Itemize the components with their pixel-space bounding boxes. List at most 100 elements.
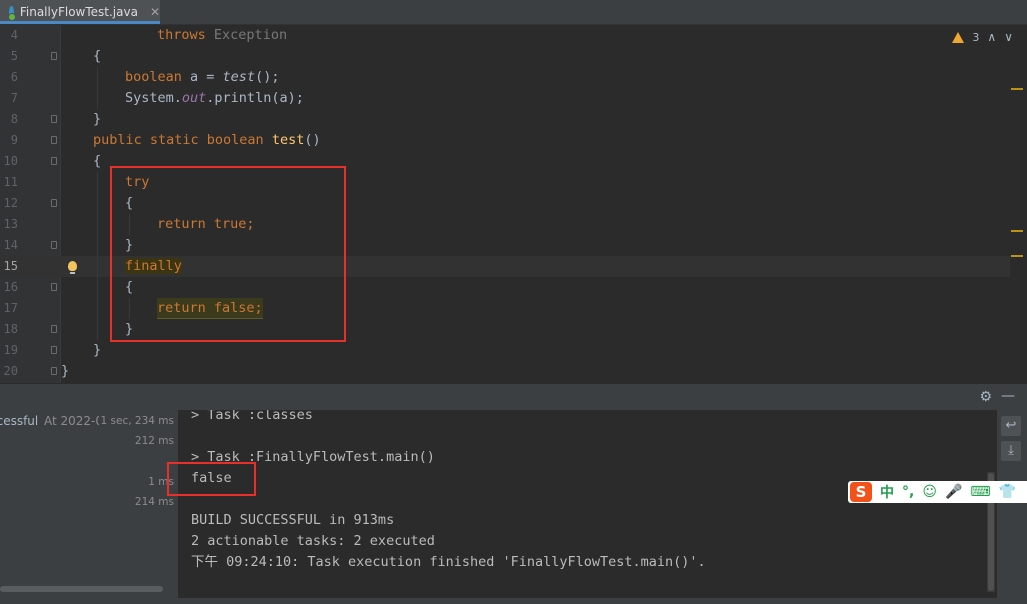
code-line: 4 throws Exception: [0, 25, 1010, 46]
tab-finallyflowtest[interactable]: FinallyFlowTest.java ✕: [0, 0, 160, 24]
active-tab-indicator: [0, 21, 160, 24]
code-token: System.: [125, 90, 182, 106]
code-token: test: [271, 132, 305, 148]
horizontal-scrollbar[interactable]: [0, 586, 163, 592]
console-toolbar: ↩ ⤓: [997, 410, 1027, 604]
soft-wrap-icon[interactable]: ↩: [1001, 416, 1021, 436]
tab-label: FinallyFlowTest.java: [19, 5, 138, 19]
code-line: 20 }: [0, 361, 1010, 382]
line-number: 15: [3, 259, 18, 273]
code-token: boolean: [125, 69, 182, 85]
punctuation-icon[interactable]: °,: [902, 484, 914, 500]
code-line: 6 boolean a = test();: [0, 67, 1010, 88]
console-line: 2 actionable tasks: 2 executed: [191, 533, 435, 549]
fold-marker-icon[interactable]: [51, 199, 57, 207]
code-token: throws: [157, 27, 206, 43]
ime-toolbar[interactable]: S 中 °, ☺ 🎤 ⌨ 👕: [848, 481, 1027, 503]
editor-tab-bar: FinallyFlowTest.java ✕: [0, 0, 1027, 25]
console-line: 下午 09:24:10: Task execution finished 'Fi…: [191, 554, 706, 570]
tree-row[interactable]: 212 ms: [0, 432, 178, 450]
code-token: {: [93, 48, 102, 64]
line-number: 6: [10, 70, 18, 84]
tree-row[interactable]: ccessful At 2022-0 1 sec, 234 ms: [0, 412, 178, 430]
line-number: 12: [3, 196, 18, 210]
line-number: 16: [3, 280, 18, 294]
code-line: 9 public static boolean test(): [0, 130, 1010, 151]
minimize-icon[interactable]: —: [1001, 388, 1015, 404]
fold-marker-icon[interactable]: [51, 157, 57, 165]
sogou-logo-icon[interactable]: S: [850, 482, 872, 502]
line-number: 13: [3, 217, 18, 231]
error-stripe-mark[interactable]: [1011, 88, 1023, 90]
code-token: {: [93, 153, 102, 169]
line-number: 20: [3, 364, 18, 378]
code-token: Exception: [213, 27, 288, 43]
run-duration: 1 sec, 234 ms: [98, 412, 174, 430]
skin-icon[interactable]: 👕: [999, 484, 1016, 500]
error-stripe-mark[interactable]: [1011, 230, 1023, 232]
run-panel-header: ⚙ —: [0, 383, 1027, 410]
close-icon[interactable]: ✕: [150, 5, 160, 19]
code-token: .println(a);: [206, 90, 304, 106]
line-number: 10: [3, 154, 18, 168]
microphone-icon[interactable]: 🎤: [945, 484, 962, 500]
line-number: 4: [10, 28, 18, 42]
tree-row[interactable]: 214 ms: [0, 493, 178, 511]
warning-count: 3: [972, 30, 980, 44]
code-line: 19 }: [0, 340, 1010, 361]
code-line: 7 System.out.println(a);: [0, 88, 1010, 109]
line-number: 14: [3, 238, 18, 252]
code-token: (): [304, 132, 321, 148]
code-line: 5 {: [0, 46, 1010, 67]
line-number: 11: [3, 175, 18, 189]
line-number: 9: [10, 133, 18, 147]
console-line: > Task :classes: [191, 410, 313, 423]
intention-bulb-icon[interactable]: [68, 261, 77, 274]
code-token: }: [61, 363, 70, 379]
code-token: out: [181, 90, 207, 106]
code-token: public static boolean: [93, 132, 272, 148]
fold-marker-icon[interactable]: [51, 241, 57, 249]
chevron-down-icon[interactable]: ∨: [1004, 30, 1013, 44]
code-token: }: [93, 342, 102, 358]
line-number: 18: [3, 322, 18, 336]
line-number: 5: [10, 49, 18, 63]
fold-marker-icon[interactable]: [51, 325, 57, 333]
fold-marker-icon[interactable]: [51, 136, 57, 144]
scroll-to-end-icon[interactable]: ⤓: [1001, 441, 1021, 461]
java-class-icon: [7, 5, 16, 21]
run-duration: 212 ms: [132, 432, 174, 450]
inspection-widget[interactable]: 3 ∧ ∨: [952, 30, 1013, 44]
emoji-icon[interactable]: ☺: [922, 484, 937, 500]
indent-guide: [97, 172, 98, 340]
console-line: BUILD SUCCESSFUL in 913ms: [191, 512, 395, 528]
status-bar: [0, 598, 1027, 604]
run-tree[interactable]: ccessful At 2022-0 1 sec, 234 ms 212 ms …: [0, 410, 178, 604]
chevron-up-icon[interactable]: ∧: [987, 30, 996, 44]
warning-icon: [952, 31, 965, 43]
code-token: test: [222, 69, 256, 85]
error-stripe-mark[interactable]: [1011, 255, 1023, 257]
code-token: }: [93, 111, 102, 127]
line-number: 19: [3, 343, 18, 357]
keyboard-icon[interactable]: ⌨: [970, 484, 990, 500]
line-number: 17: [3, 301, 18, 315]
fold-marker-icon[interactable]: [51, 367, 57, 375]
run-date: At 2022-0: [44, 414, 104, 428]
fold-marker-icon[interactable]: [51, 115, 57, 123]
annotation-box: [167, 462, 256, 496]
annotation-box: [110, 166, 346, 342]
code-line: 8 }: [0, 109, 1010, 130]
fold-marker-icon[interactable]: [51, 283, 57, 291]
line-number: 7: [10, 91, 18, 105]
gear-icon[interactable]: ⚙: [979, 389, 992, 405]
code-token: a =: [181, 69, 223, 85]
line-number: 8: [10, 112, 18, 126]
ime-mode-toggle[interactable]: 中: [880, 482, 894, 502]
console-output[interactable]: > Task :classes > Task :FinallyFlowTest.…: [179, 410, 997, 604]
code-token: ();: [255, 69, 280, 85]
indent-guide: [97, 67, 98, 109]
tree-row[interactable]: 1 ms: [0, 473, 178, 491]
fold-marker-icon[interactable]: [51, 52, 57, 60]
fold-marker-icon[interactable]: [51, 346, 57, 354]
